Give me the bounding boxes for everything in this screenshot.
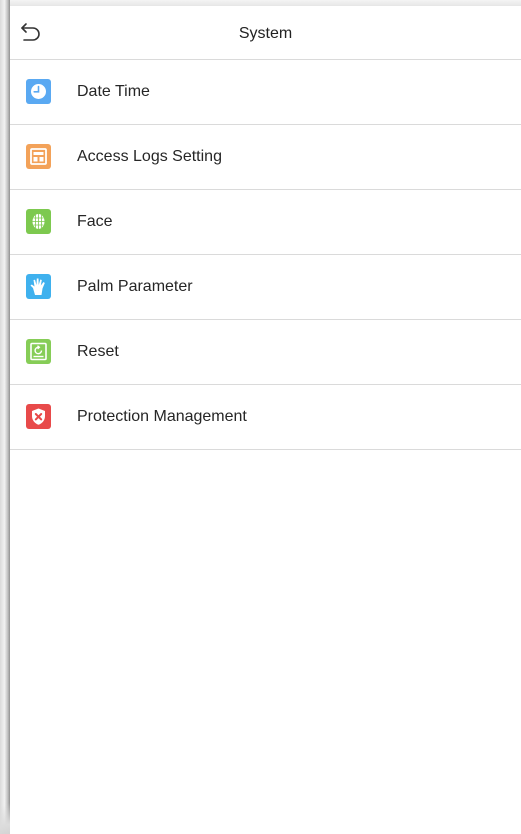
menu-item-label: Date Time: [77, 83, 150, 100]
menu-item-date-time[interactable]: Date Time: [10, 60, 521, 125]
menu-item-label: Face: [77, 213, 113, 230]
page-title: System: [238, 25, 293, 42]
logs-icon: [26, 144, 51, 169]
menu-item-label: Access Logs Setting: [77, 148, 222, 165]
menu-item-reset[interactable]: Reset: [10, 320, 521, 385]
device-bezel-left: [0, 0, 10, 834]
menu-item-label: Protection Management: [77, 408, 247, 425]
clock-icon: [26, 79, 51, 104]
face-icon: [26, 209, 51, 234]
menu-item-access-logs-setting[interactable]: Access Logs Setting: [10, 125, 521, 190]
menu-item-face[interactable]: Face: [10, 190, 521, 255]
device-frame: System Date Time Access Logs Setting Fac…: [0, 0, 521, 834]
reset-icon: [26, 339, 51, 364]
system-menu: Date Time Access Logs Setting Face Palm …: [10, 60, 521, 450]
shield-icon: [26, 404, 51, 429]
palm-icon: [26, 274, 51, 299]
menu-item-label: Reset: [77, 343, 119, 360]
menu-item-palm-parameter[interactable]: Palm Parameter: [10, 255, 521, 320]
screen: System Date Time Access Logs Setting Fac…: [10, 6, 521, 834]
header-bar: System: [10, 6, 521, 60]
menu-item-label: Palm Parameter: [77, 278, 193, 295]
menu-item-protection-management[interactable]: Protection Management: [10, 385, 521, 450]
